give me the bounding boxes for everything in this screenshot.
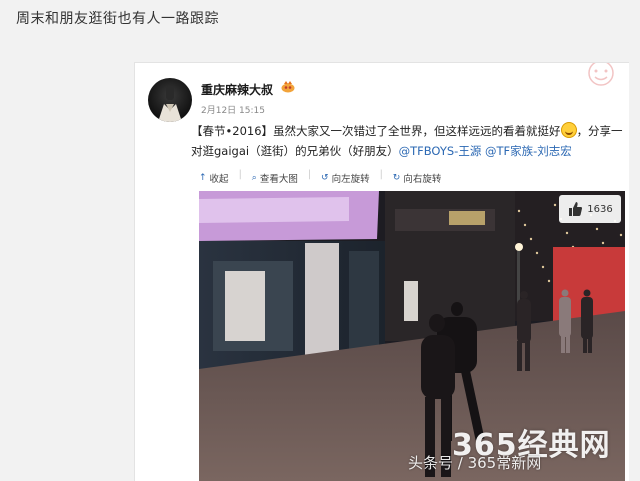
laugh-emoji-icon — [560, 122, 577, 138]
toolbar-divider: | — [238, 169, 242, 180]
weibo-post-card: 重庆麻辣大叔 2月12日 15:15 【春节•2016】虽然大家又一次错过了全世… — [134, 62, 629, 481]
toolbar-divider: | — [307, 169, 312, 180]
decorative-face-icon — [588, 63, 614, 86]
rotate-right-icon: ↻ — [392, 173, 401, 183]
rotate-left-icon: ↺ — [321, 173, 329, 183]
rotate-left-button[interactable]: ↺ 向左旋转 — [321, 169, 370, 187]
magnify-icon: ⌕ — [251, 173, 257, 183]
post-hashtag[interactable]: 【春节•2016】 — [191, 124, 273, 138]
post-timestamp[interactable]: 2月12日 15:15 — [201, 103, 265, 116]
post-username[interactable]: 重庆麻辣大叔 — [201, 81, 273, 98]
rotate-right-button[interactable]: ↻ 向右旋转 — [393, 169, 442, 187]
post-text-part1: 虽然大家又一次错过了全世界，但这样远远的看着就挺好 — [273, 124, 561, 138]
post-text: 【春节•2016】虽然大家又一次错过了全世界，但这样远远的看着就挺好 ，分享一对逛… — [191, 121, 623, 161]
source-watermark: 头条号 / 365常新网 — [408, 454, 542, 472]
mention-liuzhihong-link[interactable]: @TF家族-刘志宏 — [485, 144, 572, 158]
view-large-label: 查看大图 — [259, 174, 298, 185]
avatar[interactable] — [148, 78, 192, 122]
collapse-label: 收起 — [209, 174, 229, 185]
toolbar-divider: | — [379, 169, 383, 180]
page-caption: 周末和朋友逛街也有人一路跟踪 — [16, 11, 219, 27]
collapse-button[interactable]: ↑ 收起 — [199, 169, 229, 187]
like-button[interactable]: 1636 — [559, 195, 621, 223]
rotate-left-label: 向左旋转 — [331, 174, 370, 185]
thumbs-up-icon — [569, 202, 583, 216]
collapse-icon: ↑ — [199, 173, 207, 183]
rotate-right-label: 向右旋转 — [403, 174, 442, 185]
mention-wangyuan-link[interactable]: @TFBOYS-王源 — [399, 144, 482, 158]
like-count: 1636 — [587, 203, 613, 215]
vip-badge-icon — [281, 81, 295, 93]
image-toolbar: ↑ 收起 | ⌕ 查看大图 | ↺ 向左旋转 | ↻ 向右旋转 — [199, 169, 451, 187]
view-large-button[interactable]: ⌕ 查看大图 — [252, 169, 298, 187]
